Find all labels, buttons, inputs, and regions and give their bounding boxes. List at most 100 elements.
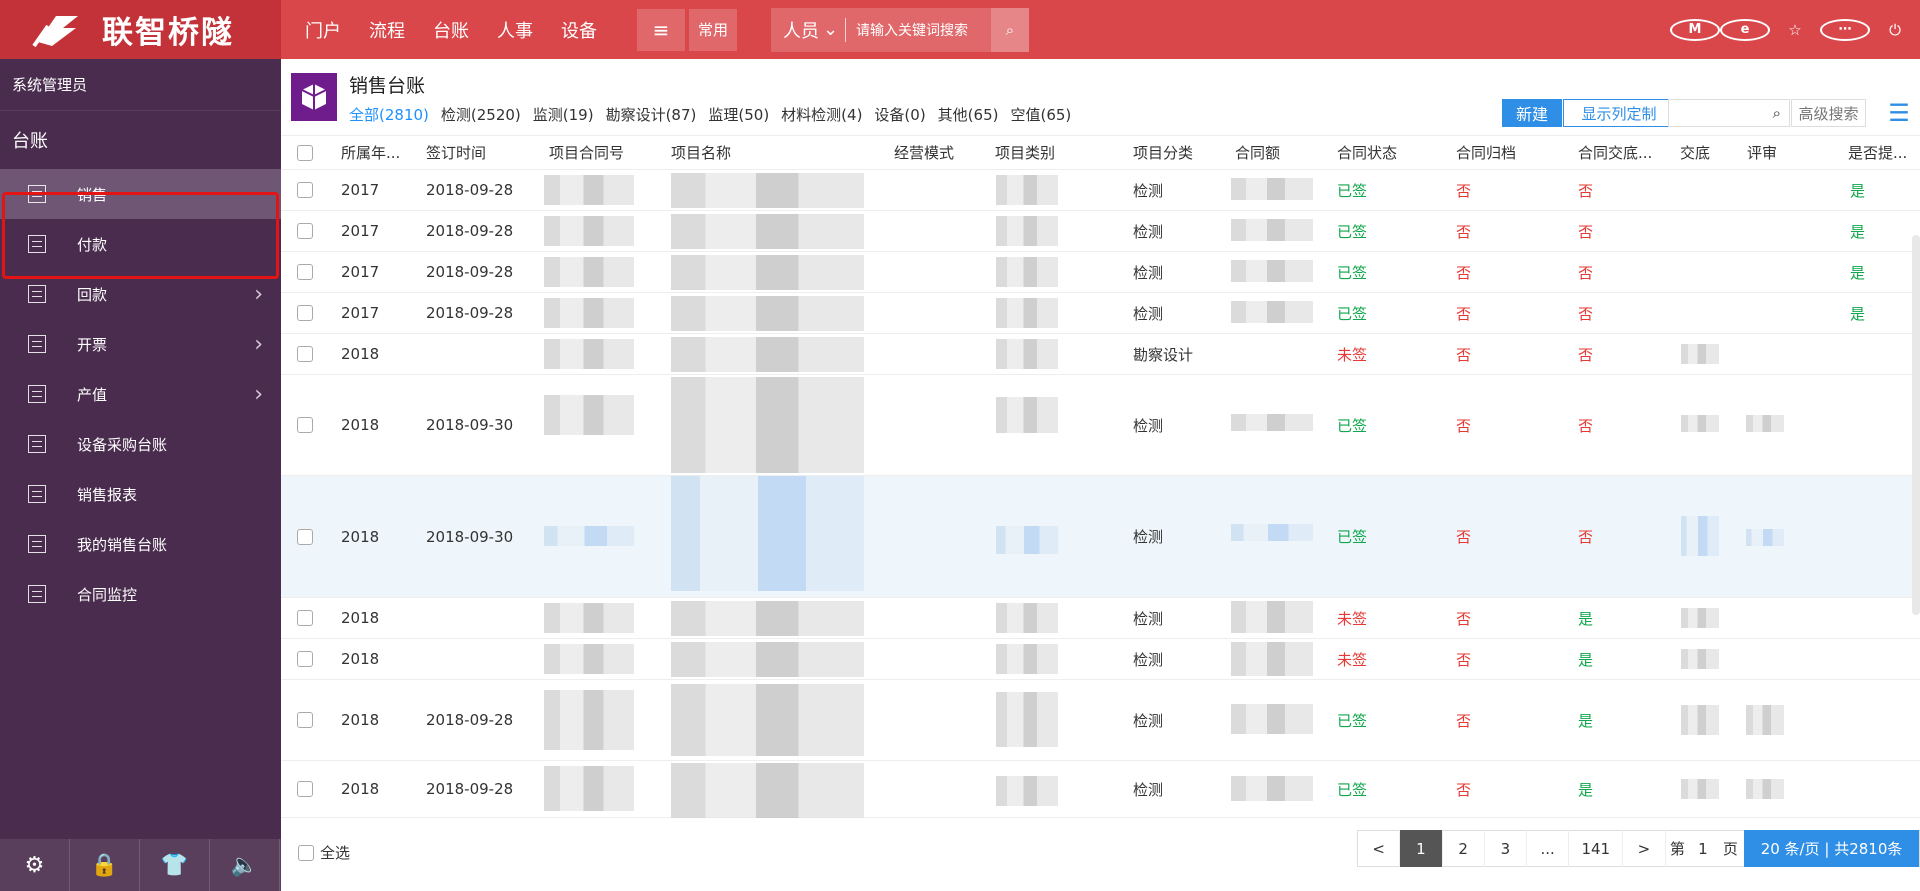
main-nav: 门户 流程 台账 人事 设备 [305, 17, 597, 43]
table-row[interactable]: 2017 2018-09-28 检测 已签 否 否 是 [281, 293, 1920, 334]
status-cell: 已签 [1337, 416, 1368, 435]
page-button-3[interactable]: 3 [1485, 830, 1527, 867]
power-icon[interactable]: ⏻ [1870, 21, 1920, 39]
table-row[interactable]: 2017 2018-09-28 检测 已签 否 否 是 [281, 211, 1920, 252]
page-button-1[interactable]: 1 [1400, 830, 1443, 867]
table-row[interactable]: 2018 检测 未签 否 是 [281, 639, 1920, 680]
table-search-input[interactable]: ⌕ [1668, 99, 1790, 127]
table-scrollbar[interactable] [1912, 235, 1920, 615]
table-row[interactable]: 2017 2018-09-28 检测 已签 否 否 是 [281, 170, 1920, 211]
row-checkbox[interactable] [297, 211, 321, 251]
advanced-search-button[interactable]: 高级搜索 [1791, 99, 1866, 127]
table-row[interactable]: 2018 检测 未签 否 是 [281, 598, 1920, 639]
row-checkbox[interactable] [297, 252, 321, 292]
nav-portal[interactable]: 门户 [305, 17, 341, 43]
table-row[interactable]: 2018 勘察设计 未签 否 否 [281, 334, 1920, 375]
page-size-summary[interactable]: 20 条/页 | 共2810条 [1744, 830, 1919, 867]
lock-icon[interactable]: 🔒 [70, 839, 140, 891]
column-header-project-name[interactable]: 项目名称 [671, 136, 791, 169]
m-icon[interactable]: M [1670, 18, 1720, 41]
select-all-checkbox[interactable] [298, 844, 314, 861]
e-icon[interactable]: e [1720, 18, 1770, 41]
redacted-contract-number [544, 690, 634, 750]
search-scope-label: 人员 [783, 20, 819, 42]
sign-date-cell: 2018-09-28 [426, 304, 514, 322]
shirt-icon[interactable]: 👕 [140, 839, 210, 891]
nav-process[interactable]: 流程 [369, 17, 405, 43]
nav-equipment[interactable]: 设备 [561, 17, 597, 43]
column-header-contract-archive[interactable]: 合同归档 [1456, 136, 1536, 169]
table-row-highlighted[interactable]: 2018 2018-09-30 检测 已签 否 否 [281, 476, 1920, 598]
list-view-icon[interactable]: ☰ [1885, 99, 1913, 127]
more-icon[interactable]: ⋯ [1820, 18, 1870, 41]
column-header-business-model[interactable]: 经营模式 [894, 136, 969, 169]
tab-material-testing[interactable]: 材料检测(4) [781, 104, 862, 125]
tab-all[interactable]: 全部(2810) [349, 104, 429, 125]
row-checkbox[interactable] [297, 334, 321, 374]
column-header-handover[interactable]: 交底 [1680, 136, 1720, 169]
common-button[interactable]: 常用 [689, 8, 737, 51]
settings-icon[interactable]: ⚙ [0, 839, 70, 891]
sidebar-item-sales-report[interactable]: 销售报表 [0, 469, 281, 519]
sidebar-item-label: 合同监控 [77, 585, 138, 604]
row-checkbox[interactable] [297, 170, 321, 210]
table-row[interactable]: 2018 2018-09-28 检测 已签 否 是 [281, 680, 1920, 761]
row-checkbox[interactable] [297, 639, 321, 679]
table-row[interactable]: 2018 2018-09-30 检测 已签 否 否 [281, 375, 1920, 476]
column-header-project-type[interactable]: 项目类别 [995, 136, 1070, 169]
prev-page-button[interactable]: < [1358, 830, 1401, 867]
menu-button[interactable]: ≡ [637, 8, 685, 51]
column-header-contract-amount[interactable]: 合同额 [1235, 136, 1295, 169]
sidebar-item-payment[interactable]: 付款 [0, 219, 281, 269]
search-input[interactable]: 请输入关键词搜索 [846, 20, 991, 40]
row-checkbox[interactable] [297, 476, 321, 597]
column-customize-button[interactable]: 显示列定制 [1563, 99, 1675, 127]
row-checkbox[interactable] [297, 598, 321, 638]
delivery-cell: 否 [1578, 345, 1594, 364]
column-header-submitted[interactable]: 是否提... [1848, 136, 1918, 169]
page-button-2[interactable]: 2 [1443, 830, 1485, 867]
speaker-icon[interactable]: 🔈 [210, 839, 280, 891]
sidebar-item-receivable[interactable]: 回款 › [0, 269, 281, 319]
column-header-sign-date[interactable]: 签订时间 [426, 136, 521, 169]
row-checkbox[interactable] [297, 293, 321, 333]
column-header-review[interactable]: 评审 [1747, 136, 1787, 169]
column-header-project-category[interactable]: 项目分类 [1133, 136, 1213, 169]
star-icon[interactable]: ☆ [1770, 21, 1820, 39]
sidebar-item-output[interactable]: 产值 › [0, 369, 281, 419]
search-scope-select[interactable]: 人员 ⌄ [771, 17, 846, 42]
new-button[interactable]: 新建 [1502, 99, 1562, 127]
tab-survey-design[interactable]: 勘察设计(87) [606, 104, 697, 125]
brand-logo: 联智桥隧 [0, 0, 281, 59]
column-header-contract-delivery[interactable]: 合同交底... [1578, 136, 1668, 169]
page-jump-input[interactable]: 1 [1689, 830, 1717, 867]
sidebar-item-sales[interactable]: 销售 [0, 169, 281, 219]
tab-equipment[interactable]: 设备(0) [874, 104, 925, 125]
sidebar-item-equipment-purchase[interactable]: 设备采购台账 [0, 419, 281, 469]
tab-testing[interactable]: 检测(2520) [441, 104, 521, 125]
table-row[interactable]: 2017 2018-09-28 检测 已签 否 否 是 [281, 252, 1920, 293]
sign-date-cell: 2018-09-28 [426, 181, 514, 199]
row-checkbox[interactable] [297, 761, 321, 817]
search-button[interactable]: ⌕ [991, 7, 1029, 52]
sidebar-item-invoice[interactable]: 开票 › [0, 319, 281, 369]
row-checkbox[interactable] [297, 375, 321, 475]
tab-empty[interactable]: 空值(65) [1010, 104, 1071, 125]
next-page-button[interactable]: > [1623, 830, 1666, 867]
sidebar-item-contract-monitor[interactable]: 合同监控 [0, 569, 281, 619]
sidebar-item-my-sales[interactable]: 我的销售台账 [0, 519, 281, 569]
nav-hr[interactable]: 人事 [497, 17, 533, 43]
column-header-contract-number[interactable]: 项目合同号 [549, 136, 654, 169]
table-row[interactable]: 2018 2018-09-28 检测 已签 否 是 [281, 761, 1920, 818]
tab-supervision[interactable]: 监理(50) [708, 104, 769, 125]
select-all-header-checkbox[interactable] [297, 136, 321, 169]
row-checkbox[interactable] [297, 680, 321, 760]
nav-ledger[interactable]: 台账 [433, 17, 469, 43]
tab-monitoring[interactable]: 监测(19) [533, 104, 594, 125]
column-header-contract-status[interactable]: 合同状态 [1337, 136, 1417, 169]
document-icon [28, 235, 46, 253]
select-all-control[interactable]: 全选 [298, 842, 350, 863]
tab-other[interactable]: 其他(65) [938, 104, 999, 125]
column-header-year[interactable]: 所属年... [341, 136, 403, 169]
page-button-last[interactable]: 141 [1569, 830, 1624, 867]
